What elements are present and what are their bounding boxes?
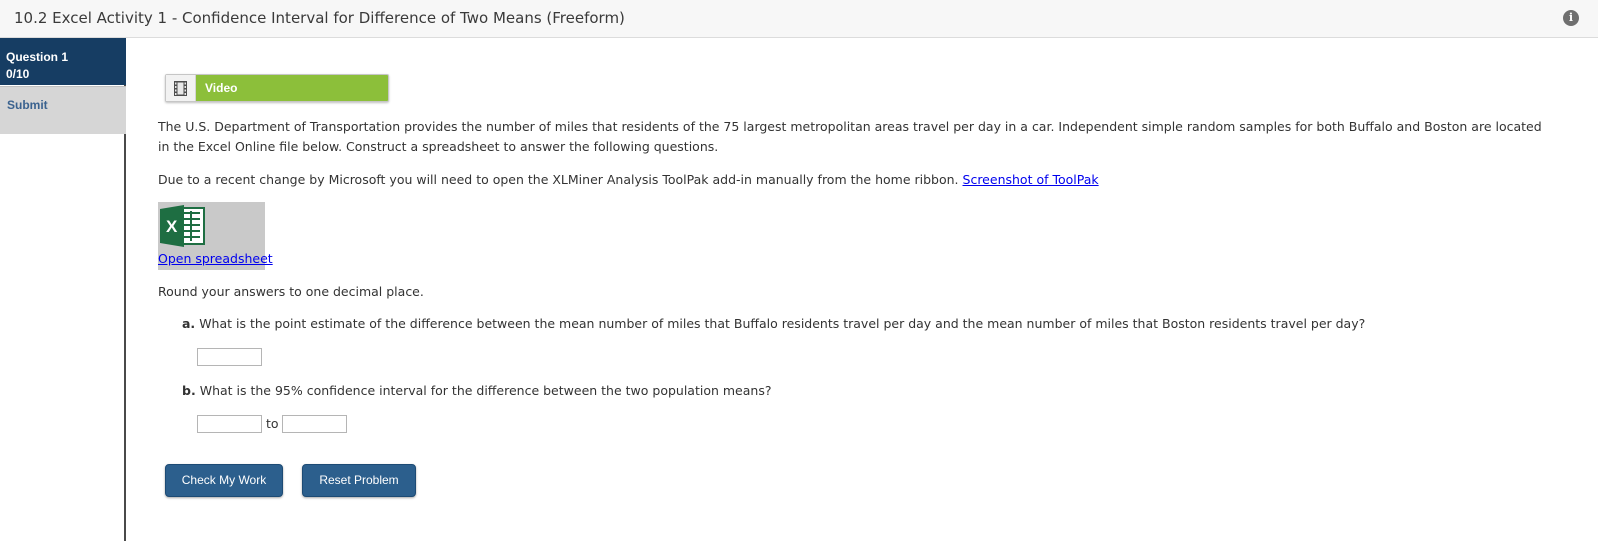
- sidebar: Question 1 0/10 Submit: [0, 38, 126, 541]
- notice-text: Due to a recent change by Microsoft you …: [158, 170, 1558, 190]
- page-title: 10.2 Excel Activity 1 - Confidence Inter…: [14, 9, 625, 27]
- video-label: Video: [205, 81, 238, 95]
- intro-text: The U.S. Department of Transportation pr…: [158, 119, 1542, 154]
- excel-icon: X: [160, 205, 205, 247]
- question-a-text: What is the point estimate of the differ…: [199, 316, 1366, 331]
- answer-b-upper-input[interactable]: [282, 415, 347, 433]
- title-bar: 10.2 Excel Activity 1 - Confidence Inter…: [0, 0, 1598, 38]
- question-a-label: a.: [182, 316, 196, 331]
- notice-message: Due to a recent change by Microsoft you …: [158, 172, 959, 187]
- sidebar-item-question-1[interactable]: Question 1 0/10: [0, 38, 126, 85]
- info-icon[interactable]: i: [1563, 10, 1579, 26]
- question-score: 0/10: [6, 67, 30, 81]
- to-label: to: [266, 416, 279, 431]
- reset-problem-button[interactable]: Reset Problem: [302, 464, 416, 497]
- question-b-text: What is the 95% confidence interval for …: [199, 383, 772, 398]
- question-a: a. What is the point estimate of the diff…: [182, 314, 1365, 334]
- spreadsheet-launcher[interactable]: X Open spreadsheet: [158, 202, 273, 270]
- svg-text:X: X: [166, 217, 178, 236]
- question-label: Question 1: [6, 50, 69, 64]
- submit-label: Submit: [7, 98, 48, 112]
- answer-b-lower-input[interactable]: [197, 415, 262, 433]
- video-button[interactable]: Video: [165, 74, 389, 102]
- film-icon: [166, 75, 196, 101]
- question-b: b. What is the 95% confidence interval fo…: [182, 381, 771, 401]
- check-my-work-button[interactable]: Check My Work: [165, 464, 283, 497]
- round-instruction: Round your answers to one decimal place.: [158, 284, 424, 299]
- toolpak-screenshot-link[interactable]: Screenshot of ToolPak: [963, 172, 1099, 187]
- answer-a-input[interactable]: [197, 348, 262, 366]
- open-spreadsheet-link[interactable]: Open spreadsheet: [158, 251, 273, 266]
- question-b-label: b.: [182, 383, 196, 398]
- sidebar-item-submit[interactable]: Submit: [0, 86, 126, 134]
